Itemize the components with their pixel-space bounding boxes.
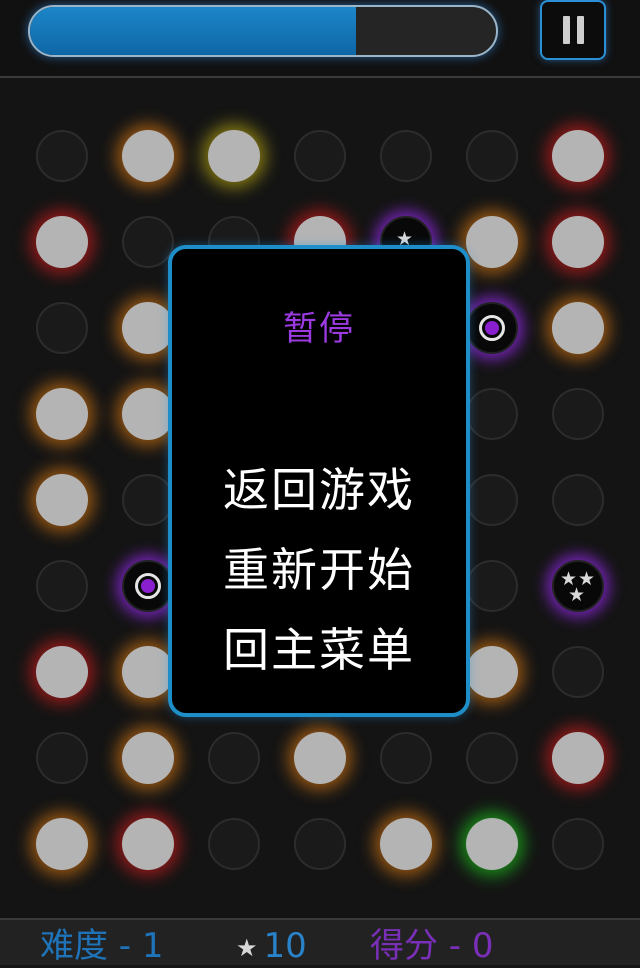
empty-cell[interactable] bbox=[380, 732, 432, 784]
main-menu-button[interactable]: 回主菜单 bbox=[172, 614, 466, 680]
restart-button[interactable]: 重新开始 bbox=[172, 534, 466, 600]
empty-cell[interactable] bbox=[466, 474, 518, 526]
empty-cell[interactable] bbox=[208, 732, 260, 784]
green-dot[interactable] bbox=[466, 818, 518, 870]
pause-button[interactable] bbox=[540, 0, 606, 60]
orange-dot[interactable] bbox=[466, 646, 518, 698]
target-center bbox=[485, 321, 499, 335]
resume-game-button[interactable]: 返回游戏 bbox=[172, 454, 466, 520]
target-dot[interactable] bbox=[122, 560, 174, 612]
red-dot[interactable] bbox=[36, 216, 88, 268]
empty-cell[interactable] bbox=[552, 818, 604, 870]
empty-cell[interactable] bbox=[122, 216, 174, 268]
empty-cell[interactable] bbox=[466, 732, 518, 784]
empty-cell[interactable] bbox=[36, 732, 88, 784]
empty-cell[interactable] bbox=[552, 388, 604, 440]
empty-cell[interactable] bbox=[466, 130, 518, 182]
star-dot[interactable]: ★ ★ ★ bbox=[552, 560, 604, 612]
pause-icon bbox=[562, 16, 570, 44]
target-dot[interactable] bbox=[466, 302, 518, 354]
empty-cell[interactable] bbox=[466, 560, 518, 612]
orange-dot[interactable] bbox=[380, 818, 432, 870]
empty-cell[interactable] bbox=[208, 818, 260, 870]
red-dot[interactable] bbox=[36, 646, 88, 698]
timer-progress-fill bbox=[30, 7, 357, 55]
empty-cell[interactable] bbox=[294, 130, 346, 182]
status-bar: 难度 - 1 ★ 10 得分 - 0 bbox=[0, 918, 640, 968]
orange-dot[interactable] bbox=[466, 216, 518, 268]
score-label: 得分 - 0 bbox=[370, 926, 494, 966]
empty-cell[interactable] bbox=[552, 474, 604, 526]
stars-value: 10 bbox=[263, 926, 307, 966]
red-dot[interactable] bbox=[552, 130, 604, 182]
red-dot[interactable] bbox=[552, 732, 604, 784]
empty-cell[interactable] bbox=[294, 818, 346, 870]
empty-cell[interactable] bbox=[552, 646, 604, 698]
empty-cell[interactable] bbox=[466, 388, 518, 440]
target-ring-icon bbox=[479, 315, 505, 341]
orange-dot[interactable] bbox=[122, 732, 174, 784]
timer-progress-bar bbox=[28, 5, 498, 57]
empty-cell[interactable] bbox=[36, 302, 88, 354]
orange-dot[interactable] bbox=[122, 388, 174, 440]
orange-dot[interactable] bbox=[36, 474, 88, 526]
top-bar bbox=[0, 0, 640, 78]
target-ring-icon bbox=[135, 573, 161, 599]
yellow-dot[interactable] bbox=[208, 130, 260, 182]
orange-dot[interactable] bbox=[122, 130, 174, 182]
empty-cell[interactable] bbox=[122, 474, 174, 526]
star-icon: ★ bbox=[568, 584, 586, 606]
orange-dot[interactable] bbox=[122, 646, 174, 698]
orange-dot[interactable] bbox=[294, 732, 346, 784]
orange-dot[interactable] bbox=[122, 302, 174, 354]
red-dot[interactable] bbox=[552, 216, 604, 268]
pause-title: 暂停 bbox=[283, 309, 355, 349]
pause-dialog: 暂停 返回游戏 重新开始 回主菜单 bbox=[168, 245, 470, 717]
orange-dot[interactable] bbox=[36, 388, 88, 440]
empty-cell[interactable] bbox=[36, 560, 88, 612]
pause-icon-bar bbox=[576, 16, 584, 44]
empty-cell[interactable] bbox=[36, 130, 88, 182]
empty-cell[interactable] bbox=[380, 130, 432, 182]
red-dot[interactable] bbox=[122, 818, 174, 870]
orange-dot[interactable] bbox=[36, 818, 88, 870]
stars-counter: ★ 10 bbox=[236, 926, 307, 968]
orange-dot[interactable] bbox=[552, 302, 604, 354]
target-center bbox=[141, 579, 155, 593]
difficulty-label: 难度 - 1 bbox=[40, 926, 164, 966]
star-icon: ★ bbox=[236, 933, 258, 962]
